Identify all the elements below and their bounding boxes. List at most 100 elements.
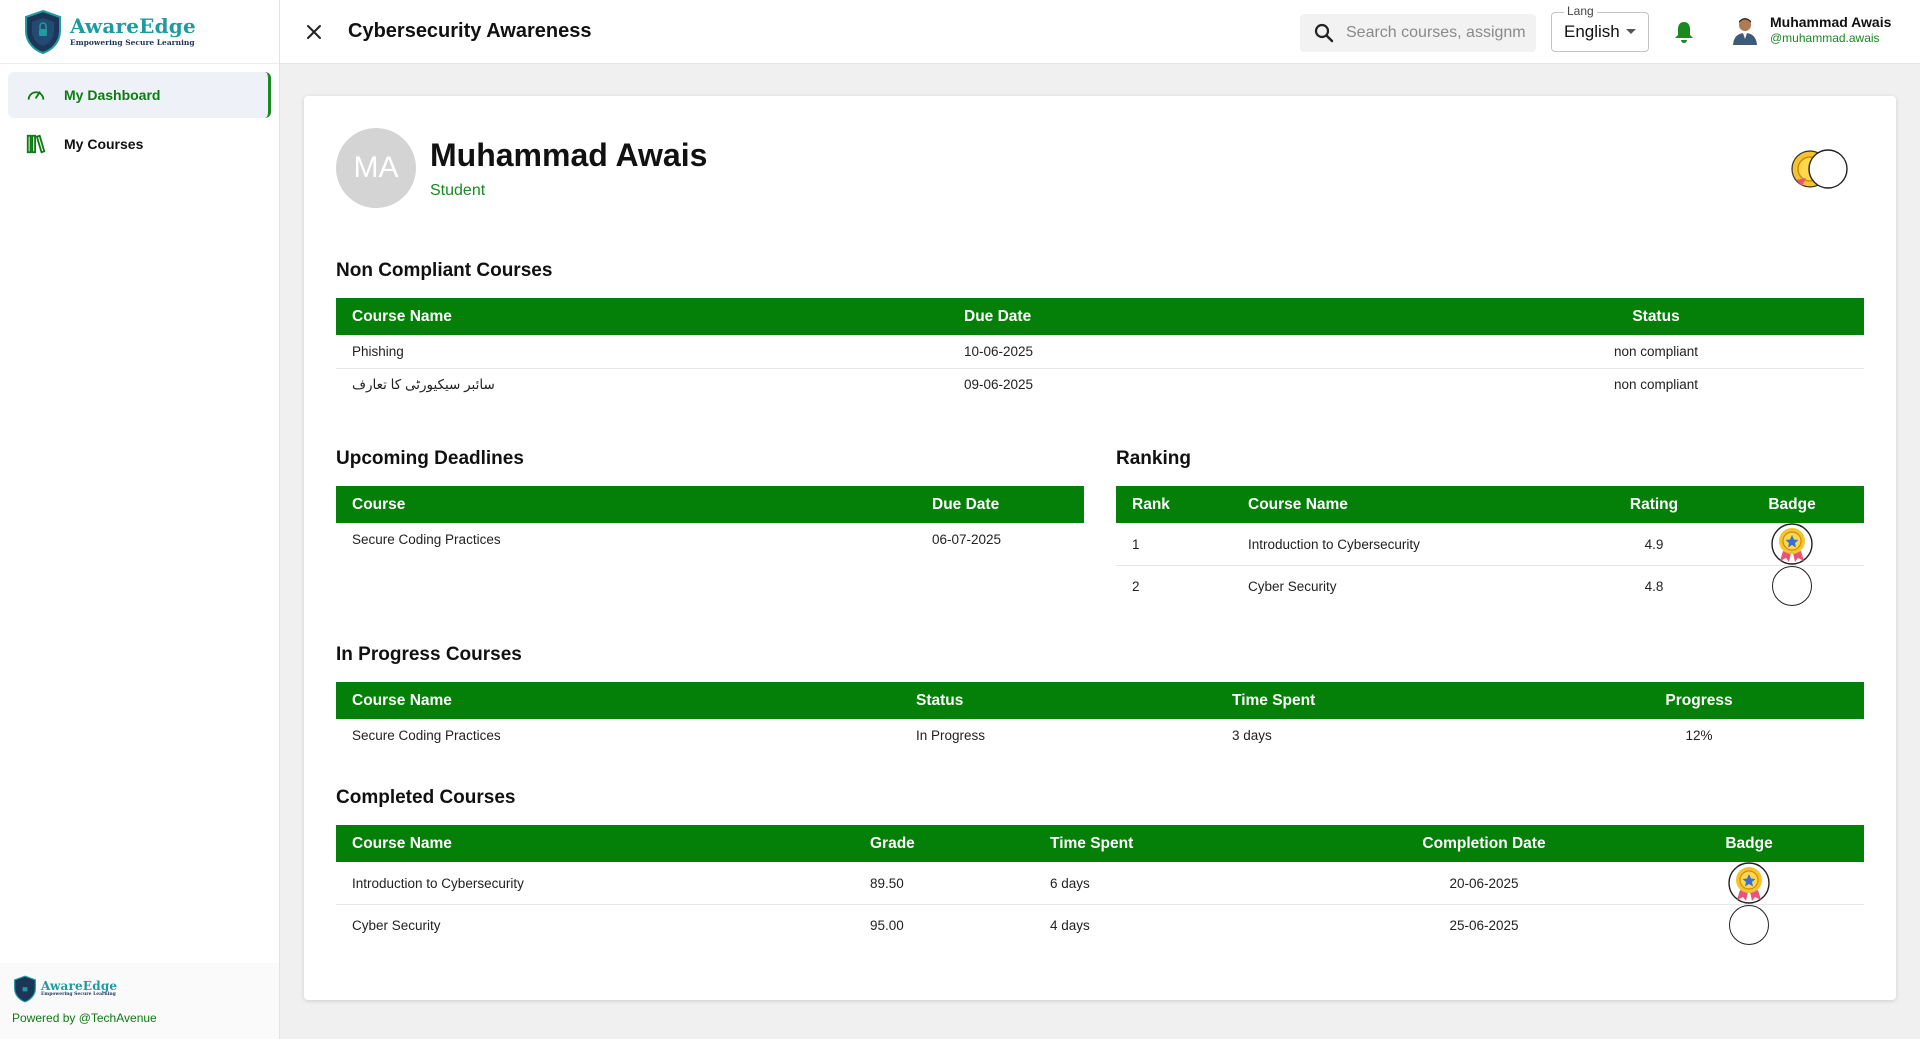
search-icon xyxy=(1314,23,1334,43)
time-spent-cell: 6 days xyxy=(1034,862,1334,905)
column-header: Course Name xyxy=(1248,495,1348,513)
notifications-button[interactable] xyxy=(1673,20,1697,44)
brand-tagline: Empowering Secure Learning xyxy=(70,38,195,48)
column-header: Time Spent xyxy=(1050,834,1134,852)
time-spent-cell: 3 days xyxy=(1232,728,1272,743)
table-header-row: Course Name Status Time Spent Progress xyxy=(336,682,1864,719)
due-date-cell: 06-07-2025 xyxy=(932,532,1002,547)
ranking-table: Rank Course Name Rating Badge 1 Introduc… xyxy=(1116,486,1864,606)
table-row[interactable]: 1 Introduction to Cybersecurity 4.9 xyxy=(1116,523,1864,566)
course-name-cell: Secure Coding Practices xyxy=(352,532,501,547)
column-header: Rating xyxy=(1629,495,1679,513)
sidebar-nav: My Dashboard My Courses xyxy=(0,64,279,178)
profile-header: MA Muhammad Awais Student xyxy=(336,128,707,208)
column-header: Course Name xyxy=(352,307,452,325)
rank-cell: 1 xyxy=(1116,523,1232,566)
powered-by-text[interactable]: Powered by @TechAvenue xyxy=(12,1011,267,1025)
column-header: Badge xyxy=(1725,834,1773,852)
rating-cell: 4.8 xyxy=(1644,578,1664,594)
sidebar-item-label: My Courses xyxy=(64,136,144,152)
bell-icon xyxy=(1675,22,1693,43)
table-row[interactable]: Phishing 10-06-2025 non compliant xyxy=(336,335,1864,369)
column-header: Rank xyxy=(1132,495,1170,513)
shield-logo-icon xyxy=(25,9,61,54)
course-name-cell: سائبر سیکیورٹی کا تعارف xyxy=(352,376,495,392)
rating-cell: 4.9 xyxy=(1588,523,1720,566)
dashboard-card: MA Muhammad Awais Student Non Compliant … xyxy=(304,96,1896,1000)
gold-medal-icon xyxy=(1728,862,1770,904)
column-header: Time Spent xyxy=(1232,691,1316,709)
language-select[interactable]: English xyxy=(1551,12,1649,52)
column-header: Status xyxy=(1632,307,1680,325)
table-row[interactable]: Secure Coding Practices In Progress 3 da… xyxy=(336,719,1864,752)
non-compliant-table: Course Name Due Date Status Phishing 10-… xyxy=(336,298,1864,401)
completion-date-cell: 25-06-2025 xyxy=(1449,917,1519,933)
search-bar[interactable] xyxy=(1300,14,1536,52)
avatar xyxy=(1733,17,1757,45)
progress-cell: 12% xyxy=(1685,728,1713,743)
column-header: Grade xyxy=(870,834,915,852)
table-row[interactable]: Introduction to Cybersecurity 89.50 6 da… xyxy=(336,862,1864,905)
table-row[interactable]: Secure Coding Practices 06-07-2025 xyxy=(336,523,1084,556)
time-spent-cell: 4 days xyxy=(1050,917,1090,933)
top-app-bar: Cybersecurity Awareness English Lang Muh… xyxy=(280,0,1920,64)
status-cell: non compliant xyxy=(1613,377,1699,393)
profile-name: Muhammad Awais xyxy=(430,136,708,173)
footer-brand-name: AwareEdge xyxy=(41,979,118,994)
column-header: Due Date xyxy=(964,307,1032,325)
column-header: Status xyxy=(916,691,964,709)
in-progress-table: Course Name Status Time Spent Progress S… xyxy=(336,682,1864,752)
search-input[interactable] xyxy=(1346,24,1526,42)
course-name-cell: Cyber Security xyxy=(352,917,441,933)
table-row[interactable]: سائبر سیکیورٹی کا تعارف 09-06-2025 non c… xyxy=(336,368,1864,401)
user-name: Muhammad Awais xyxy=(1770,14,1892,30)
course-name-cell: Secure Coding Practices xyxy=(352,728,501,743)
earned-badges-icon xyxy=(1791,149,1848,189)
close-icon xyxy=(307,24,321,39)
table-header-row: Course Name Grade Time Spent Completion … xyxy=(336,825,1864,862)
table-row[interactable]: 2 Cyber Security 4.8 xyxy=(1116,566,1864,606)
column-header: Badge xyxy=(1768,495,1816,513)
status-cell: In Progress xyxy=(916,728,986,743)
course-name-cell: Introduction to Cybersecurity xyxy=(336,862,854,905)
language-select-value: English xyxy=(1564,22,1620,41)
empty-badge-icon xyxy=(1772,566,1812,606)
column-header: Course xyxy=(352,495,406,513)
brand-logo[interactable]: AwareEdge Empowering Secure Learning xyxy=(0,0,279,64)
table-row[interactable]: Cyber Security 95.00 4 days 25-06-2025 xyxy=(336,905,1864,945)
column-header: Course Name xyxy=(352,834,452,852)
in-progress-title: In Progress Courses xyxy=(336,644,522,665)
course-name-cell: Cyber Security xyxy=(1248,578,1337,594)
rank-cell: 2 xyxy=(1132,578,1140,594)
user-menu[interactable]: Muhammad Awais @muhammad.awais xyxy=(1730,14,1891,45)
table-header-row: Course Due Date xyxy=(336,486,1084,523)
non-compliant-title: Non Compliant Courses xyxy=(336,260,553,281)
column-header: Completion Date xyxy=(1422,834,1546,852)
column-header: Course Name xyxy=(352,691,452,709)
sidebar-item-my-courses[interactable]: My Courses xyxy=(8,121,271,167)
profile-role: Student xyxy=(430,181,486,199)
sidebar: AwareEdge Empowering Secure Learning My … xyxy=(0,0,280,1039)
column-header: Due Date xyxy=(932,495,1000,513)
course-name-cell: Introduction to Cybersecurity xyxy=(1232,523,1588,566)
due-date-cell: 09-06-2025 xyxy=(964,377,1034,393)
completion-date-cell: 20-06-2025 xyxy=(1334,862,1634,905)
close-button[interactable] xyxy=(300,18,328,46)
library-books-icon xyxy=(24,132,48,156)
dashboard-gauge-icon xyxy=(24,83,48,107)
sidebar-item-my-dashboard[interactable]: My Dashboard xyxy=(8,72,271,118)
sidebar-item-label: My Dashboard xyxy=(64,87,161,103)
table-header-row: Rank Course Name Rating Badge xyxy=(1116,486,1864,523)
badge-cell xyxy=(1634,905,1864,945)
grade-cell: 95.00 xyxy=(870,917,904,933)
app-title: Cybersecurity Awareness xyxy=(348,20,592,42)
upcoming-deadlines-title: Upcoming Deadlines xyxy=(336,448,524,469)
footer-brand-tagline: Empowering Secure Learning xyxy=(41,992,116,998)
shield-logo-icon xyxy=(14,975,36,1003)
chevron-down-icon xyxy=(1626,29,1636,34)
brand-name: AwareEdge xyxy=(70,14,196,39)
column-header: Progress xyxy=(1665,691,1733,709)
gold-medal-icon xyxy=(1771,523,1813,565)
completed-courses-table: Course Name Grade Time Spent Completion … xyxy=(336,825,1864,945)
user-handle: @muhammad.awais xyxy=(1770,31,1880,45)
